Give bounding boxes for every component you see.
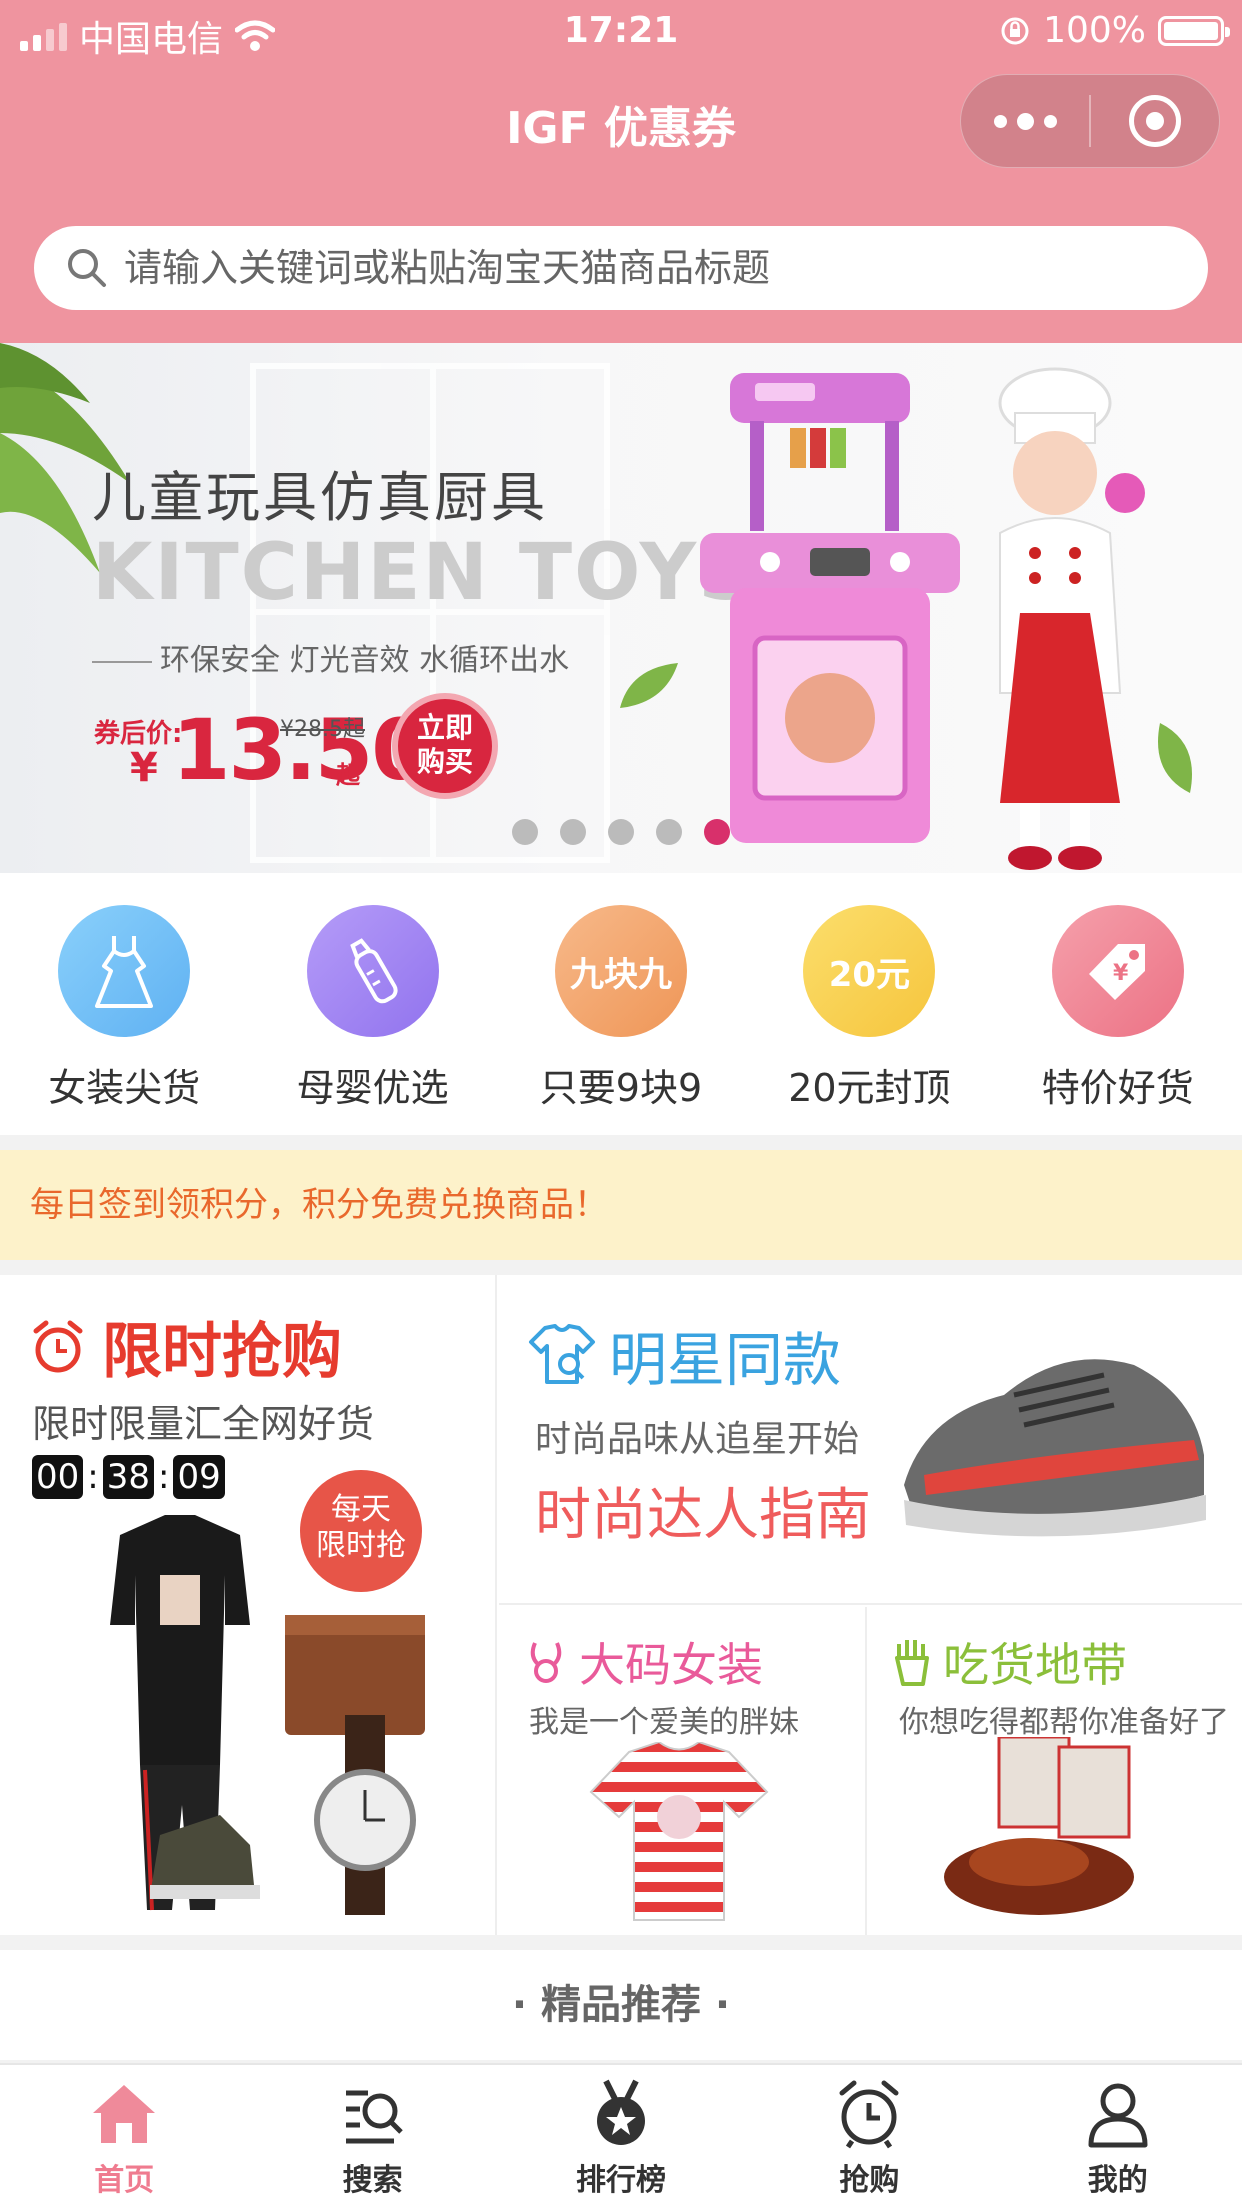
category-label: 特价好货: [1041, 1066, 1194, 1110]
food-hand-icon: [895, 1640, 929, 1686]
foodie-title: 吃货地带: [943, 1638, 1127, 1692]
leaf-decor-image: [620, 663, 678, 708]
search-icon: [68, 249, 106, 287]
price-tag-icon: ¥: [1051, 905, 1184, 1037]
flash-sale-products-image: [110, 1515, 425, 1915]
flash-sale-subtitle: 限时限量汇全网好货: [32, 1402, 375, 1446]
carousel-dot[interactable]: [608, 819, 634, 845]
sneaker-image: [904, 1359, 1206, 1537]
tab-flash-sale[interactable]: 抢购: [745, 2065, 993, 2208]
flash-sale-title-row: 限时抢购: [30, 1303, 342, 1390]
flash-sale-title: 限时抢购: [102, 1317, 342, 1387]
tshirt-search-icon: [529, 1324, 595, 1384]
carousel-dot[interactable]: [512, 819, 538, 845]
bunny-icon: [530, 1642, 562, 1683]
timer-seconds: 09: [173, 1455, 225, 1499]
banner-old-price: ¥28.5起: [280, 717, 365, 742]
tab-ranking[interactable]: 排行榜: [497, 2065, 745, 2208]
battery-percent: 100%: [1043, 10, 1146, 51]
svg-text:¥: ¥: [1113, 961, 1129, 986]
tab-bar: 首页 搜索 排行榜 抢购 我的: [0, 2063, 1242, 2208]
foodie-subtitle: 你想吃得都帮你准备好了: [899, 1705, 1229, 1740]
banner-subtitle: 环保安全 灯光音效 水循环出水: [92, 635, 569, 679]
plus-size-title: 大码女装: [579, 1638, 763, 1692]
countdown-timer: 00: 38: 09: [32, 1455, 225, 1499]
plus-size-title-row: 大码女装: [523, 1629, 763, 1695]
buy-now-label-1: 立即: [416, 711, 473, 744]
search-input[interactable]: [124, 246, 1164, 290]
plus-size-subtitle: 我是一个爱美的胖妹: [529, 1705, 799, 1740]
star-style-tagline: 时尚达人指南: [535, 1483, 871, 1548]
carousel-dot[interactable]: [560, 819, 586, 845]
banner-title: 儿童玩具仿真厨具: [92, 466, 548, 529]
category-mother-baby[interactable]: 母婴优选: [248, 873, 496, 1135]
tab-label: 首页: [94, 2163, 155, 2198]
category-label: 母婴优选: [296, 1066, 449, 1110]
sign-in-notice[interactable]: 每日签到领积分，积分免费兑换商品！: [0, 1150, 1242, 1260]
plus-size-card[interactable]: 大码女装 我是一个爱美的胖妹: [499, 1607, 867, 1935]
carousel-dot[interactable]: [656, 819, 682, 845]
alarm-clock-icon: [33, 1320, 83, 1372]
carousel-indicator: [512, 819, 730, 845]
category-grid: 女装尖货 母婴优选 九块九 只要9块9 20元 20元封顶 ¥ 特价好货: [0, 873, 1242, 1135]
category-women-fashion[interactable]: 女装尖货: [0, 873, 248, 1135]
nine-nine-icon: 九块九: [554, 905, 687, 1037]
recommend-heading: · 精品推荐 ·: [0, 1950, 1242, 2060]
banner-english-title: KITCHEN TOYS: [92, 528, 757, 618]
more-icon[interactable]: [961, 112, 1089, 130]
category-label: 女装尖货: [48, 1066, 201, 1110]
timer-hours: 00: [32, 1455, 84, 1499]
home-icon: [93, 2085, 156, 2143]
snack-food-image: [944, 1737, 1134, 1915]
tab-profile[interactable]: 我的: [994, 2065, 1242, 2208]
alarm-clock-icon: [839, 2080, 899, 2149]
header: 中国电信 17:21 100% IGF 优惠券: [0, 0, 1242, 343]
foodie-title-row: 吃货地带: [893, 1629, 1127, 1695]
tab-label: 排行榜: [575, 2163, 666, 2198]
category-twenty-cap[interactable]: 20元 20元封顶: [745, 873, 993, 1135]
status-right: 100%: [999, 10, 1230, 51]
medal-icon: [596, 2079, 645, 2145]
tab-search[interactable]: 搜索: [248, 2065, 496, 2208]
star-style-title-row: 明星同款: [527, 1313, 841, 1397]
striped-shirt-image: [589, 1742, 769, 1921]
star-style-title: 明星同款: [609, 1326, 842, 1394]
banner-carousel[interactable]: 儿童玩具仿真厨具 KITCHEN TOYS 环保安全 灯光音效 水循环出水 券后…: [0, 343, 1242, 873]
search-bar[interactable]: [34, 226, 1208, 310]
mini-program-capsule: [960, 74, 1220, 168]
close-target-icon[interactable]: [1091, 95, 1219, 147]
flash-sale-card[interactable]: 限时抢购 限时限量汇全网好货 00: 38: 09 每天 限时抢: [0, 1275, 497, 1935]
foodie-card[interactable]: 吃货地带 你想吃得都帮你准备好了: [869, 1607, 1242, 1935]
tab-label: 我的: [1087, 2163, 1148, 2198]
leaf-decor-image-2: [1158, 723, 1192, 793]
star-style-card[interactable]: 明星同款 时尚品味从追星开始 时尚达人指南: [499, 1275, 1242, 1605]
banner-price-suffix: 起: [336, 761, 360, 789]
category-label: 只要9块9: [539, 1066, 703, 1110]
battery-icon: [1158, 15, 1230, 46]
toy-kitchen-image: [700, 373, 960, 843]
status-bar: 中国电信 17:21 100%: [0, 0, 1242, 62]
dress-icon: [58, 905, 191, 1037]
tab-home[interactable]: 首页: [0, 2065, 248, 2208]
twenty-yuan-icon: 20元: [803, 905, 936, 1037]
buy-now-button[interactable]: 立即 购买: [392, 693, 498, 799]
recommend-title: 精品推荐: [541, 1982, 701, 2028]
rotation-lock-icon: [1001, 17, 1029, 44]
baby-bottle-icon: [306, 905, 439, 1037]
child-chef-image: [998, 367, 1145, 870]
timer-minutes: 38: [102, 1455, 154, 1499]
banner-currency: ¥: [130, 745, 158, 791]
carousel-dot-active[interactable]: [704, 819, 730, 845]
search-list-icon: [345, 2090, 403, 2144]
buy-now-label-2: 购买: [416, 745, 473, 778]
promo-grid: 限时抢购 限时限量汇全网好货 00: 38: 09 每天 限时抢 明星同款 时尚…: [0, 1275, 1242, 1935]
user-icon: [1088, 2083, 1148, 2148]
tab-label: 搜索: [342, 2163, 403, 2198]
star-style-subtitle: 时尚品味从追星开始: [535, 1419, 860, 1460]
category-special-price[interactable]: ¥ 特价好货: [994, 873, 1242, 1135]
category-label: 20元封顶: [788, 1066, 951, 1110]
tab-label: 抢购: [839, 2163, 900, 2198]
category-nine-nine[interactable]: 九块九 只要9块9: [497, 873, 745, 1135]
